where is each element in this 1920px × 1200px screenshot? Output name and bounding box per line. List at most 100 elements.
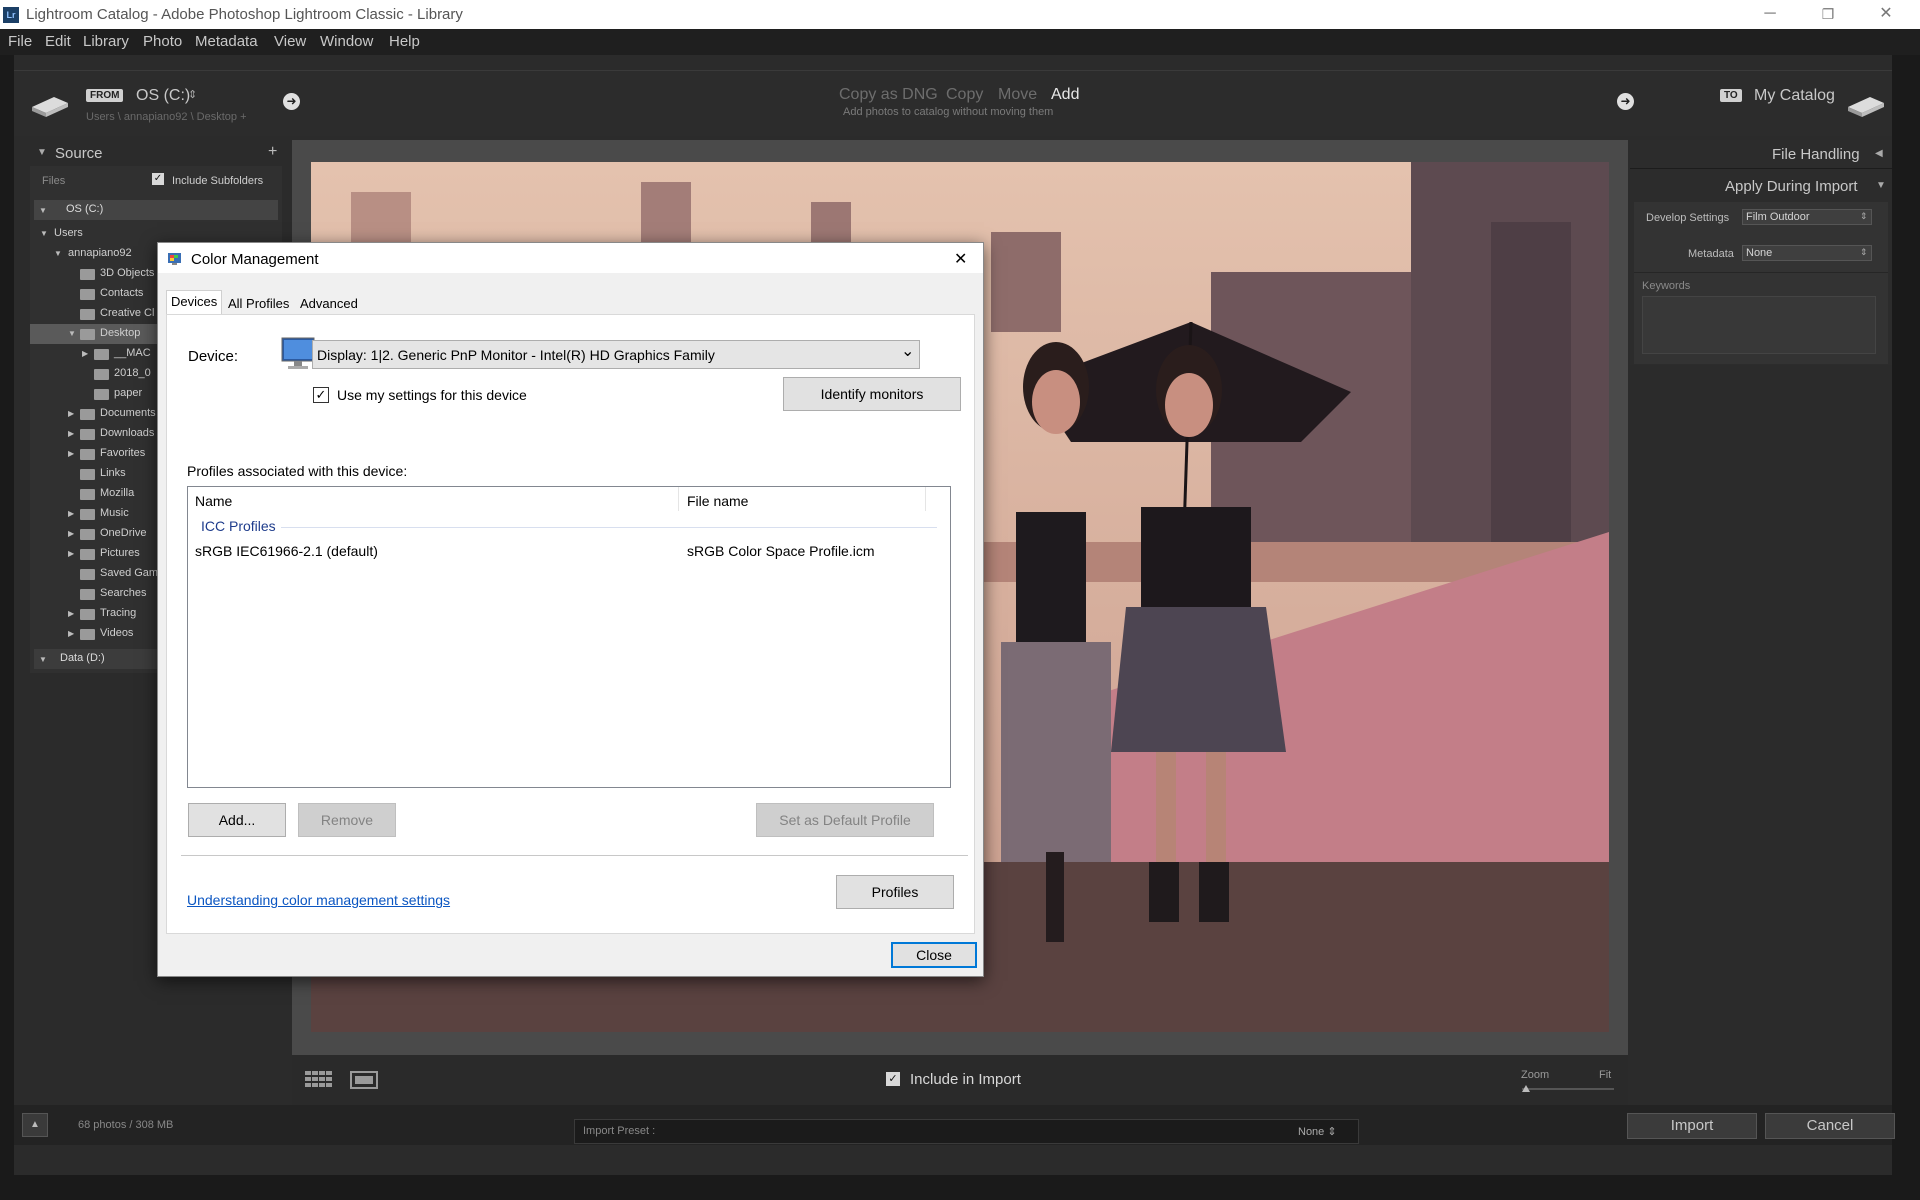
menu-library[interactable]: Library xyxy=(83,33,129,50)
expanded-icon[interactable]: ▼ xyxy=(68,329,76,338)
source-drive-label[interactable]: OS (C:) xyxy=(136,87,190,105)
dialog-close-icon[interactable]: ✕ xyxy=(954,249,967,269)
from-badge: FROM xyxy=(86,89,124,102)
folder-icon xyxy=(80,469,95,480)
menu-file[interactable]: File xyxy=(8,33,32,50)
devices-tab-panel: Device: Display: 1|2. Generic PnP Monito… xyxy=(166,314,975,934)
collapsed-icon[interactable]: ▶ xyxy=(68,449,74,458)
zoom-label: Zoom xyxy=(1521,1069,1550,1081)
menu-metadata[interactable]: Metadata xyxy=(195,33,258,50)
menu-edit[interactable]: Edit xyxy=(45,33,71,50)
folder-icon xyxy=(94,349,109,360)
use-my-settings-checkbox[interactable]: ✓ xyxy=(313,387,329,403)
zoom-slider[interactable] xyxy=(1522,1085,1614,1092)
file-handling-collapse-icon[interactable]: ◀ xyxy=(1875,148,1883,159)
collapsed-icon[interactable]: ▶ xyxy=(68,429,74,438)
apply-collapse-icon[interactable]: ▼ xyxy=(1876,180,1886,191)
import-preset-bar[interactable]: Import Preset : None ⇕ xyxy=(574,1119,1359,1144)
include-in-import-checkbox[interactable]: ✓ xyxy=(886,1072,900,1086)
menu-bar: File Edit Library Photo Metadata View Wi… xyxy=(0,29,1920,55)
menu-help[interactable]: Help xyxy=(389,33,420,50)
metadata-select[interactable]: None ⇕ xyxy=(1742,245,1872,261)
add-source-icon[interactable]: + xyxy=(268,143,277,161)
icc-profiles-group: ICC Profiles xyxy=(201,518,276,534)
loupe-view-icon[interactable] xyxy=(350,1071,378,1089)
folder-label: Tracing xyxy=(100,607,137,619)
column-name-header[interactable]: Name xyxy=(195,493,232,509)
menu-photo[interactable]: Photo xyxy=(143,33,182,50)
identify-monitors-button[interactable]: Identify monitors xyxy=(783,377,961,411)
set-default-profile-button[interactable]: Set as Default Profile xyxy=(756,803,934,837)
profiles-button[interactable]: Profiles xyxy=(836,875,954,909)
zoom-fit-label[interactable]: Fit xyxy=(1599,1069,1611,1081)
tab-devices[interactable]: Devices xyxy=(166,290,223,314)
collapsed-icon[interactable]: ▶ xyxy=(68,409,74,418)
folder-label: Saved Gam xyxy=(100,567,159,579)
dialog-title: Color Management xyxy=(191,251,319,268)
folder-item[interactable]: ▼ Users xyxy=(30,224,282,244)
expand-filmstrip-icon[interactable]: ▲ xyxy=(22,1113,48,1137)
collapsed-icon[interactable]: ▶ xyxy=(68,609,74,618)
photo-stats: 68 photos / 308 MB xyxy=(78,1119,174,1131)
folder-icon xyxy=(80,629,95,640)
drive-c-row[interactable]: ▼ OS (C:) xyxy=(34,200,278,220)
import-preset-value[interactable]: None ⇕ xyxy=(1298,1125,1337,1138)
folder-label: paper xyxy=(114,387,143,399)
collapsed-icon[interactable]: ▶ xyxy=(68,629,74,638)
folder-icon xyxy=(80,429,95,440)
destination-label[interactable]: My Catalog xyxy=(1754,87,1835,105)
close-icon[interactable]: ✕ xyxy=(1857,0,1915,29)
device-label: Device: xyxy=(188,348,239,365)
column-filename-header[interactable]: File name xyxy=(687,493,748,509)
source-panel-title: Source xyxy=(55,145,103,162)
folder-label: Desktop xyxy=(100,327,141,339)
menu-window[interactable]: Window xyxy=(320,33,373,50)
folder-label: Mozilla xyxy=(100,487,135,499)
metadata-value: None xyxy=(1746,247,1773,259)
grid-view-icon[interactable] xyxy=(304,1070,334,1090)
collapse-icon[interactable]: ▼ xyxy=(37,147,47,158)
cancel-button[interactable]: Cancel xyxy=(1765,1113,1895,1139)
add-profile-button[interactable]: Add... xyxy=(188,803,286,837)
minimize-icon[interactable]: ─ xyxy=(1741,0,1799,29)
collapsed-icon[interactable]: ▶ xyxy=(68,529,74,538)
source-dropdown-icon[interactable]: ⇕ xyxy=(188,88,197,101)
folder-icon xyxy=(94,389,109,400)
include-subfolders-checkbox[interactable]: ✓ xyxy=(152,173,164,185)
to-badge: TO xyxy=(1720,89,1742,102)
keywords-label: Keywords xyxy=(1642,280,1691,292)
expanded-icon[interactable]: ▼ xyxy=(40,229,48,238)
mode-move[interactable]: Move xyxy=(998,86,1037,104)
folder-label: Creative Cl xyxy=(100,307,155,319)
destination-arrow-icon: ➜ xyxy=(1617,93,1634,110)
restore-icon[interactable]: ❐ xyxy=(1799,0,1857,29)
import-preset-label: Import Preset : xyxy=(583,1125,656,1137)
import-button[interactable]: Import xyxy=(1627,1113,1757,1139)
metadata-label: Metadata xyxy=(1688,248,1734,260)
collapsed-icon[interactable]: ▶ xyxy=(68,549,74,558)
expanded-icon[interactable]: ▼ xyxy=(54,249,62,258)
menu-view[interactable]: View xyxy=(274,33,306,50)
collapsed-icon[interactable]: ▶ xyxy=(68,509,74,518)
collapsed-icon[interactable]: ▶ xyxy=(82,349,88,358)
help-link[interactable]: Understanding color management settings xyxy=(187,892,450,908)
mode-add[interactable]: Add xyxy=(1051,86,1079,104)
folder-label: annapiano92 xyxy=(68,247,132,259)
folder-label: Contacts xyxy=(100,287,144,299)
device-select[interactable]: Display: 1|2. Generic PnP Monitor - Inte… xyxy=(312,340,920,369)
folder-icon xyxy=(80,549,95,560)
develop-settings-select[interactable]: Film Outdoor ⇕ xyxy=(1742,209,1872,225)
folder-icon xyxy=(80,289,95,300)
develop-settings-value: Film Outdoor xyxy=(1746,211,1810,223)
table-row[interactable]: sRGB IEC61966-2.1 (default) sRGB Color S… xyxy=(190,539,948,563)
apply-section: Develop Settings Film Outdoor ⇕ Metadata… xyxy=(1634,202,1888,364)
mode-copy-as-dng[interactable]: Copy as DNG xyxy=(839,86,938,104)
remove-profile-button[interactable]: Remove xyxy=(298,803,396,837)
tab-advanced[interactable]: Advanced xyxy=(296,293,362,315)
tab-all-profiles[interactable]: All Profiles xyxy=(224,293,293,315)
dialog-close-button[interactable]: Close xyxy=(891,942,977,968)
keywords-input[interactable] xyxy=(1642,296,1876,354)
folder-label: Searches xyxy=(100,587,147,599)
zoom-slider-thumb[interactable] xyxy=(1522,1085,1530,1092)
mode-copy[interactable]: Copy xyxy=(946,86,983,104)
